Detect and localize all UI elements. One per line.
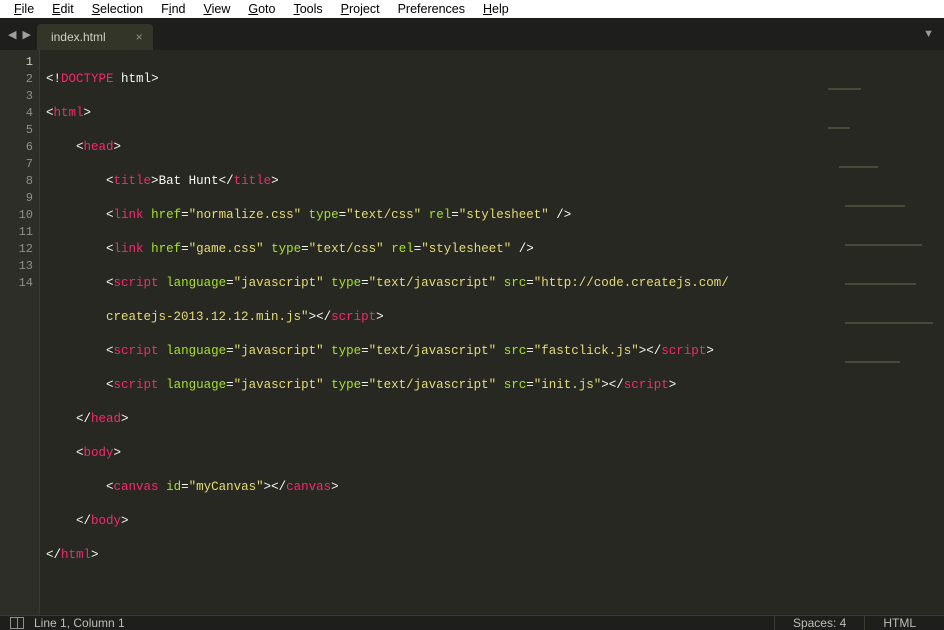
code-line: </html> (46, 547, 944, 564)
menu-preferences[interactable]: Preferences (390, 0, 473, 18)
line-number: 7 (0, 156, 33, 173)
code-line: <script language="javascript" type="text… (46, 343, 944, 360)
line-number: 13 (0, 258, 33, 275)
code-line: <!DOCTYPE html> (46, 71, 944, 88)
code-line: <link href="game.css" type="text/css" re… (46, 241, 944, 258)
tab-label: index.html (51, 30, 106, 44)
line-gutter: 1 2 3 4 5 6 7 8 9 10 11 12 13 14 (0, 50, 40, 615)
menu-find[interactable]: Find (153, 0, 193, 18)
code-line: <title>Bat Hunt</title> (46, 173, 944, 190)
code-line: <body> (46, 445, 944, 462)
code-line: <link href="normalize.css" type="text/cs… (46, 207, 944, 224)
code-line: <html> (46, 105, 944, 122)
nav-forward-icon[interactable]: ▶ (22, 28, 30, 41)
line-number: 3 (0, 88, 33, 105)
menu-edit[interactable]: Edit (44, 0, 82, 18)
status-syntax[interactable]: HTML (864, 616, 934, 630)
code-line: </body> (46, 513, 944, 530)
line-number: 11 (0, 224, 33, 241)
menu-file[interactable]: File (6, 0, 42, 18)
status-cursor[interactable]: Line 1, Column 1 (34, 616, 125, 630)
close-icon[interactable]: × (136, 30, 143, 44)
tab-strip: ◀ ▶ index.html × ▼ (0, 18, 944, 50)
line-number: 14 (0, 275, 33, 292)
tab-overflow-icon[interactable]: ▼ (923, 28, 938, 40)
code-line: <script language="javascript" type="text… (46, 275, 944, 292)
menu-selection[interactable]: Selection (84, 0, 151, 18)
code-line: <canvas id="myCanvas"></canvas> (46, 479, 944, 496)
code-line: <head> (46, 139, 944, 156)
menu-goto[interactable]: Goto (240, 0, 283, 18)
code-line: createjs-2013.12.12.min.js"></script> (46, 309, 944, 326)
line-number: 5 (0, 122, 33, 139)
line-number: 1 (0, 54, 33, 71)
line-number: 2 (0, 71, 33, 88)
menu-help[interactable]: Help (475, 0, 517, 18)
line-number: 12 (0, 241, 33, 258)
nav-back-icon[interactable]: ◀ (8, 28, 16, 41)
panel-switch-icon[interactable] (10, 617, 24, 629)
nav-arrows: ◀ ▶ (6, 28, 37, 41)
menu-tools[interactable]: Tools (285, 0, 330, 18)
line-number: 9 (0, 190, 33, 207)
tab-index-html[interactable]: index.html × (37, 24, 153, 50)
line-number: 4 (0, 105, 33, 122)
line-number: 6 (0, 139, 33, 156)
code-line: </head> (46, 411, 944, 428)
status-bar: Line 1, Column 1 Spaces: 4 HTML (0, 615, 944, 630)
menu-project[interactable]: Project (333, 0, 388, 18)
menubar: File Edit Selection Find View Goto Tools… (0, 0, 944, 18)
code-line: <script language="javascript" type="text… (46, 377, 944, 394)
line-number: 8 (0, 173, 33, 190)
editor[interactable]: 1 2 3 4 5 6 7 8 9 10 11 12 13 14 <!DOCTY… (0, 50, 944, 615)
code-area[interactable]: <!DOCTYPE html> <html> <head> <title>Bat… (40, 50, 944, 615)
menu-view[interactable]: View (195, 0, 238, 18)
line-number: 10 (0, 207, 33, 224)
status-indentation[interactable]: Spaces: 4 (774, 616, 864, 630)
